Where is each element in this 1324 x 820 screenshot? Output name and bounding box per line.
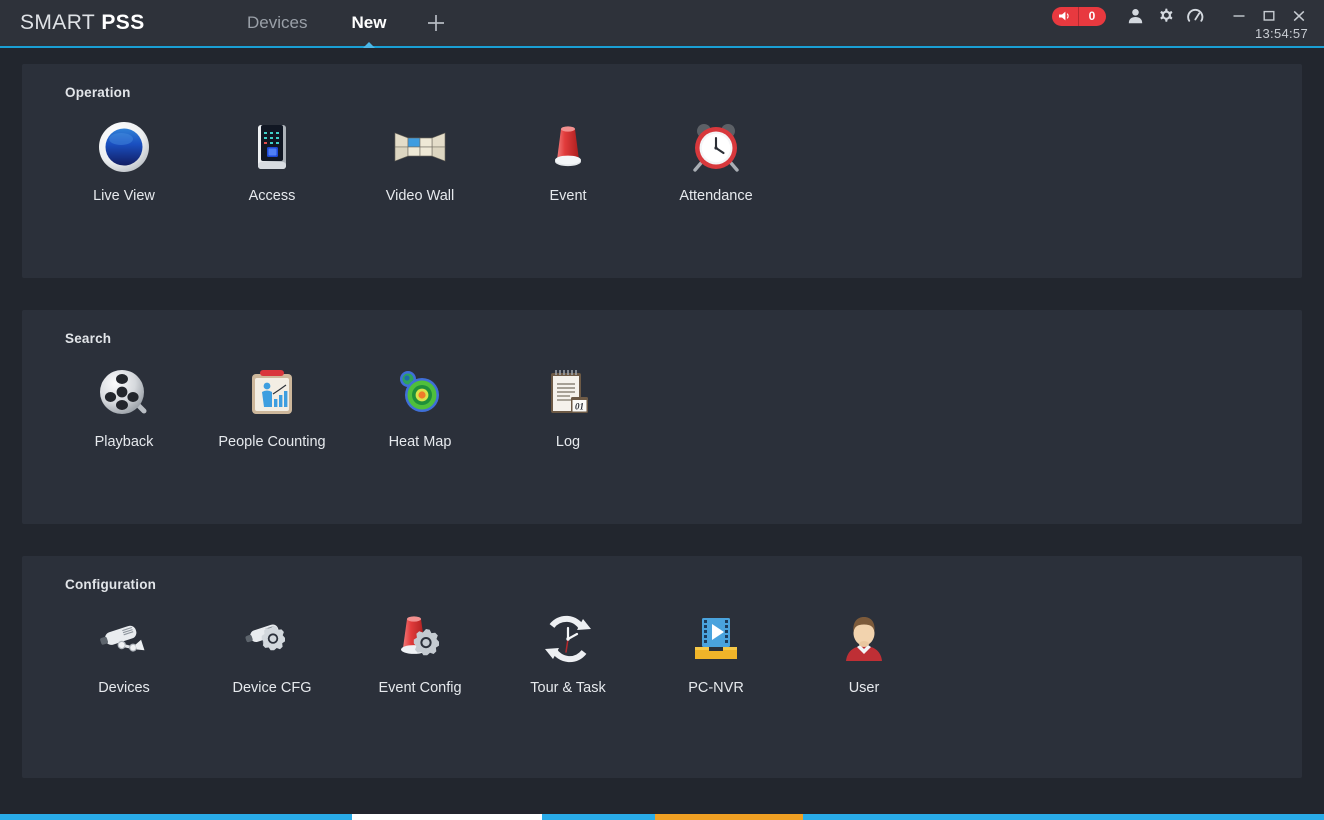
tile-heat-map[interactable]: Heat Map <box>346 362 494 450</box>
tile-label: Log <box>555 434 581 450</box>
dome-camera-icon <box>93 116 155 178</box>
panel-search: Search Playback People Counting Heat Map… <box>22 310 1302 524</box>
tile-people-counting[interactable]: People Counting <box>198 362 346 450</box>
tile-device-cfg[interactable]: Device CFG <box>198 608 346 696</box>
tile-attendance[interactable]: Attendance <box>642 116 790 204</box>
refresh-clock-icon <box>537 608 599 670</box>
section-title-search: Search <box>65 331 112 346</box>
maximize-button[interactable] <box>1254 5 1284 27</box>
tile-label: Attendance <box>679 188 753 204</box>
tab-devices[interactable]: Devices <box>225 0 329 46</box>
tab-devices-label: Devices <box>247 13 308 32</box>
gear-settings-icon[interactable] <box>1150 5 1180 27</box>
tab-new[interactable]: New <box>329 0 408 48</box>
clipboard-chart-icon <box>241 362 303 424</box>
tile-label: User <box>848 680 880 696</box>
title-bar: SMART PSS Devices New 0 13:54:57 <box>0 0 1324 48</box>
alarm-badge[interactable]: 0 <box>1052 6 1106 26</box>
speaker-alarm-icon <box>1052 6 1079 26</box>
minimize-button[interactable] <box>1224 5 1254 27</box>
main-content: Operation Live View Access Video Wall Ev… <box>0 48 1324 820</box>
tile-video-wall[interactable]: Video Wall <box>346 116 494 204</box>
bullet-camera-icon <box>93 608 155 670</box>
alarm-siren-icon <box>537 116 599 178</box>
siren-gear-icon <box>389 608 451 670</box>
alarm-count: 0 <box>1088 9 1096 23</box>
os-taskbar-sliver[interactable] <box>0 814 1324 820</box>
tile-playback[interactable]: Playback <box>50 362 198 450</box>
bullet-camera-gear-icon <box>241 608 303 670</box>
add-tab-button[interactable] <box>408 0 464 46</box>
brand-pss: PSS <box>101 11 145 34</box>
close-button[interactable] <box>1284 5 1314 27</box>
tile-user[interactable]: User <box>790 608 938 696</box>
tile-log[interactable]: 01 Log <box>494 362 642 450</box>
film-reel-icon <box>93 362 155 424</box>
tile-devices[interactable]: Devices <box>50 608 198 696</box>
tile-label: Access <box>248 188 296 204</box>
tile-event-config[interactable]: Event Config <box>346 608 494 696</box>
tile-label: Video Wall <box>385 188 455 204</box>
panel-configuration: Configuration Devices Device CFG Event C… <box>22 556 1302 778</box>
notepad-log-icon: 01 <box>537 362 599 424</box>
tile-row-search: Playback People Counting Heat Map 01 Log <box>50 362 642 450</box>
tile-row-configuration: Devices Device CFG Event Config Tour & T… <box>50 608 938 696</box>
taskbar-segment <box>0 814 352 820</box>
tile-label: Device CFG <box>232 680 312 696</box>
user-account-icon[interactable] <box>1120 5 1150 27</box>
access-terminal-icon <box>241 116 303 178</box>
clock-display: 13:54:57 <box>1254 26 1308 41</box>
tile-label: Event <box>549 188 587 204</box>
tile-pc-nvr[interactable]: PC-NVR <box>642 608 790 696</box>
tile-row-operation: Live View Access Video Wall Event Attend… <box>50 116 790 204</box>
taskbar-segment <box>655 814 803 820</box>
tile-label: Heat Map <box>388 434 452 450</box>
panel-operation: Operation Live View Access Video Wall Ev… <box>22 64 1302 278</box>
tile-label: Devices <box>98 680 150 696</box>
tile-label: Event Config <box>378 680 462 696</box>
brand-smart: SMART <box>20 11 96 34</box>
plus-icon <box>428 15 445 31</box>
tile-event[interactable]: Event <box>494 116 642 204</box>
alarm-clock-icon <box>685 116 747 178</box>
taskbar-segment <box>803 814 1324 820</box>
app-brand: SMART PSS <box>20 11 145 35</box>
user-avatar-icon <box>833 608 895 670</box>
tile-live-view[interactable]: Live View <box>50 116 198 204</box>
window-controls <box>1224 5 1314 27</box>
taskbar-segment <box>542 814 655 820</box>
tile-tour-task[interactable]: Tour & Task <box>494 608 642 696</box>
tab-bar: Devices New <box>225 0 464 48</box>
heatmap-rings-icon <box>389 362 451 424</box>
title-bar-tray: 0 <box>1052 5 1314 27</box>
tile-label: PC-NVR <box>688 680 744 696</box>
tile-label: Playback <box>94 434 154 450</box>
tile-label: Tour & Task <box>530 680 606 696</box>
section-title-configuration: Configuration <box>65 577 157 592</box>
tile-label: People Counting <box>218 434 326 450</box>
tab-new-label: New <box>351 13 387 32</box>
video-wall-icon <box>389 116 451 178</box>
tile-label: Live View <box>93 188 155 204</box>
taskbar-segment <box>352 814 542 820</box>
filmstrip-nvr-icon <box>685 608 747 670</box>
section-title-operation: Operation <box>65 85 131 100</box>
svg-text:01: 01 <box>575 402 584 412</box>
tile-access[interactable]: Access <box>198 116 346 204</box>
dashboard-speed-icon[interactable] <box>1180 5 1210 27</box>
